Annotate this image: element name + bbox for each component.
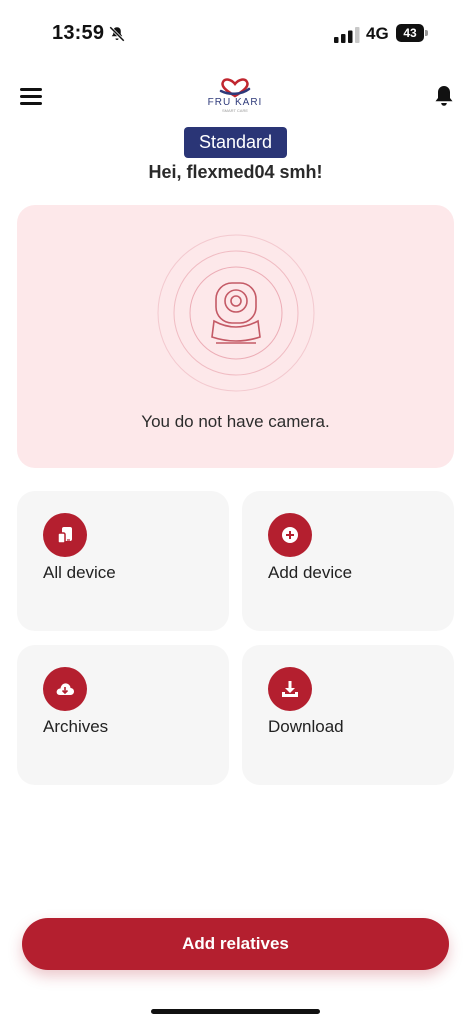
add-device-label: Add device bbox=[268, 563, 353, 582]
battery-icon: 43 bbox=[396, 24, 428, 42]
download-tile[interactable]: Download bbox=[242, 645, 454, 785]
heart-logo-icon bbox=[219, 78, 251, 98]
menu-line bbox=[20, 95, 42, 98]
home-indicator bbox=[151, 1009, 320, 1014]
status-bar: 13:59 4G 43 bbox=[0, 0, 471, 70]
bell-slash-icon bbox=[109, 26, 125, 42]
all-device-label: All device bbox=[43, 563, 116, 582]
menu-line bbox=[20, 102, 42, 105]
cloud-download-icon bbox=[43, 667, 87, 711]
battery-nub bbox=[425, 30, 428, 36]
signal-icon bbox=[334, 27, 360, 43]
menu-line bbox=[20, 88, 42, 91]
download-icon bbox=[268, 667, 312, 711]
archives-label: Archives bbox=[43, 717, 109, 736]
plan-badge: Standard bbox=[184, 127, 287, 158]
greeting-text: Hei, flexmed04 smh! bbox=[148, 162, 323, 182]
logo-text: FRU KARI bbox=[207, 97, 263, 108]
all-device-tile[interactable]: All device bbox=[17, 491, 229, 631]
bell-icon[interactable] bbox=[434, 84, 454, 108]
archives-tile[interactable]: Archives bbox=[17, 645, 229, 785]
add-relatives-button[interactable]: Add relatives bbox=[22, 918, 449, 970]
plus-circle-icon bbox=[268, 513, 312, 557]
download-label: Download bbox=[268, 717, 344, 736]
home-screen: 13:59 4G 43 FRU KARI SMART CARE Standard… bbox=[0, 0, 471, 1024]
hamburger-menu-icon[interactable] bbox=[20, 88, 42, 105]
app-logo: FRU KARI SMART CARE bbox=[203, 78, 267, 116]
camera-card[interactable]: You do not have camera. bbox=[17, 205, 454, 468]
devices-icon bbox=[43, 513, 87, 557]
logo-subtext: SMART CARE bbox=[221, 108, 249, 113]
add-device-tile[interactable]: Add device bbox=[242, 491, 454, 631]
battery-level: 43 bbox=[403, 26, 417, 40]
status-time: 13:59 bbox=[52, 22, 105, 44]
camera-icon bbox=[157, 234, 315, 392]
camera-empty-message: You do not have camera. bbox=[141, 412, 330, 431]
battery-body: 43 bbox=[396, 24, 424, 42]
network-type: 4G bbox=[366, 24, 389, 43]
